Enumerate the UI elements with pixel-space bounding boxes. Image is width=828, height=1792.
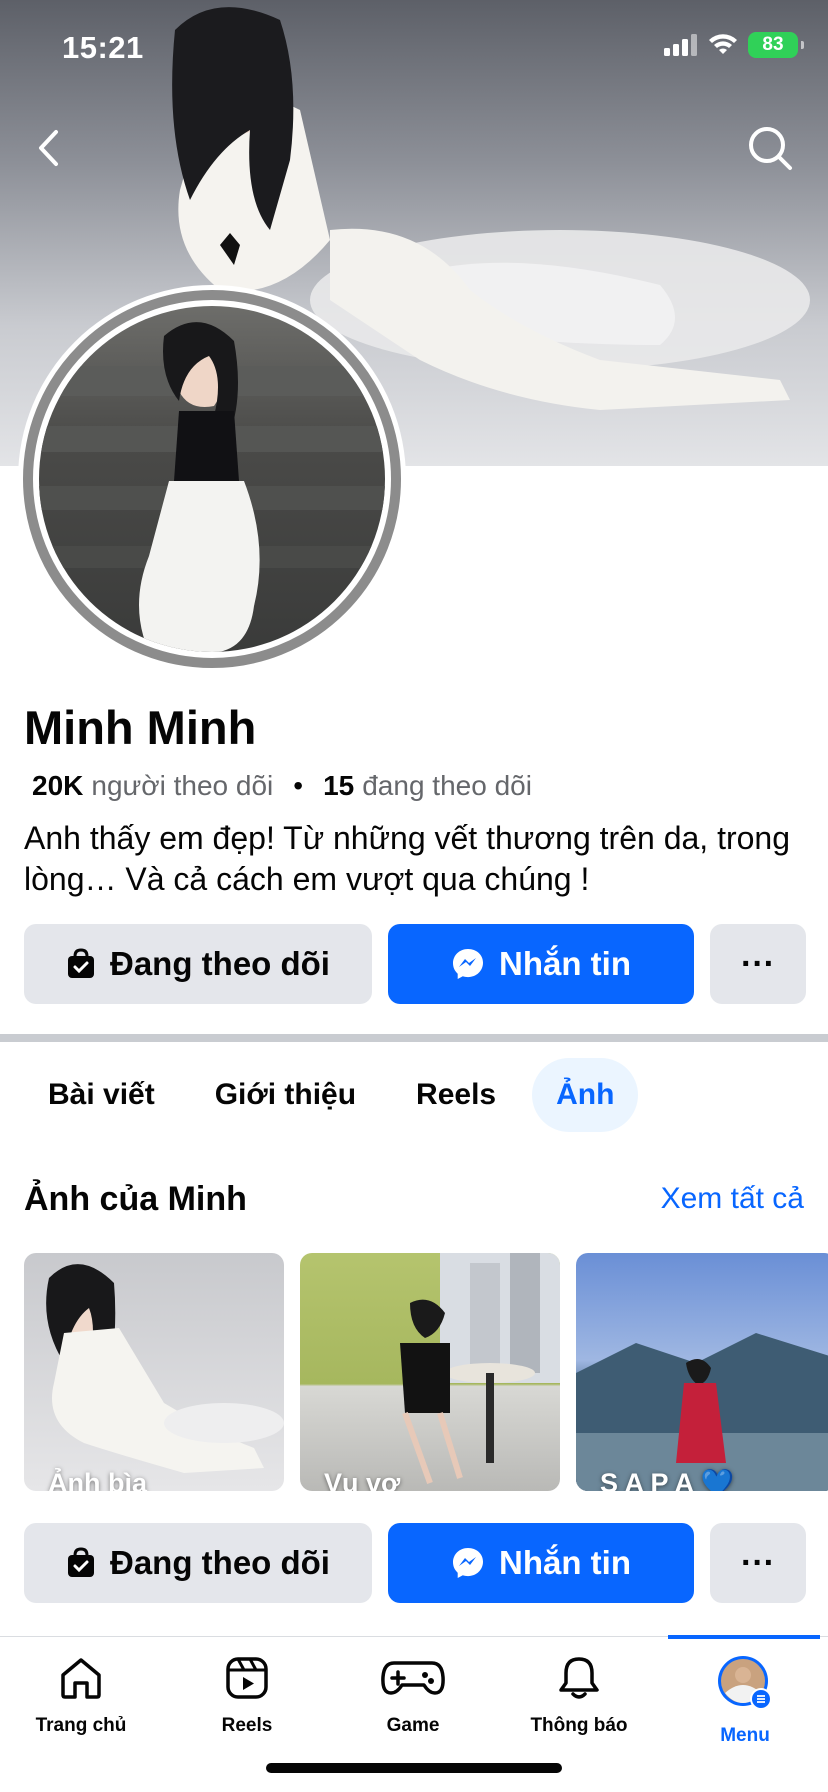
album-thumbnail	[576, 1333, 828, 1491]
following-badge-icon	[68, 1547, 94, 1577]
battery-indicator: 83	[748, 32, 804, 58]
profile-actions-top: Đang theo dõi Nhắn tin ···	[24, 924, 806, 1004]
following-badge-icon	[68, 948, 94, 978]
avatar-story-ring	[23, 290, 401, 668]
more-dots-icon: ···	[741, 944, 775, 983]
signal-icon	[664, 34, 697, 56]
nav-home-label: Trang chủ	[35, 1715, 127, 1736]
see-all-link[interactable]: Xem tất cả	[661, 1182, 804, 1216]
album-thumbnail	[400, 1253, 560, 1485]
following-label[interactable]: đang theo dõi	[362, 770, 532, 802]
following-button-label: Đang theo dõi	[110, 1544, 330, 1581]
avatar-image	[39, 306, 385, 652]
nav-notifications[interactable]: Thông báo	[519, 1655, 639, 1737]
following-button[interactable]: Đang theo dõi	[24, 924, 372, 1004]
nav-game[interactable]: Game	[353, 1655, 473, 1737]
messenger-icon	[453, 1548, 483, 1578]
home-indicator	[266, 1763, 562, 1773]
tab-about[interactable]: Giới thiệu	[191, 1058, 380, 1132]
album-card[interactable]: Vụ vợ	[300, 1253, 560, 1491]
reels-icon	[226, 1657, 268, 1699]
nav-menu-label: Menu	[720, 1725, 770, 1746]
wifi-icon	[709, 34, 737, 54]
message-button[interactable]: Nhắn tin	[388, 924, 694, 1004]
nav-reels-label: Reels	[221, 1715, 273, 1736]
avatar-menu-icon	[718, 1656, 772, 1710]
nav-menu[interactable]: Menu	[685, 1655, 805, 1747]
followers-label[interactable]: người theo dõi	[91, 770, 273, 802]
album-card[interactable]: Ảnh bìa	[24, 1253, 284, 1491]
more-button[interactable]: ···	[710, 1523, 806, 1603]
separator-dot: •	[293, 770, 304, 801]
following-button[interactable]: Đang theo dõi	[24, 1523, 372, 1603]
status-icons: 83	[664, 32, 804, 58]
more-dots-icon: ···	[741, 1543, 775, 1582]
message-button-label: Nhắn tin	[499, 1544, 631, 1581]
profile-actions-sticky: Đang theo dõi Nhắn tin ···	[24, 1523, 806, 1603]
game-icon	[381, 1661, 445, 1695]
messenger-icon	[453, 949, 483, 979]
tab-reels[interactable]: Reels	[392, 1058, 520, 1132]
tab-posts[interactable]: Bài viết	[24, 1058, 179, 1132]
search-icon	[749, 127, 792, 170]
album-caption: S A P A 💙	[600, 1468, 735, 1491]
tab-photos[interactable]: Ảnh	[532, 1058, 639, 1132]
status-time: 15:21	[62, 30, 144, 65]
nav-notifications-label: Thông báo	[530, 1715, 628, 1736]
following-button-label: Đang theo dõi	[110, 945, 330, 982]
album-thumbnail	[46, 1264, 284, 1473]
more-button[interactable]: ···	[710, 924, 806, 1004]
photos-section-title: Ảnh của Minh	[24, 1180, 247, 1218]
search-button[interactable]	[742, 120, 798, 176]
profile-bio: Anh thấy em đẹp! Từ những vết thương trê…	[24, 820, 790, 897]
section-divider	[0, 1034, 828, 1042]
followers-count[interactable]: 20K	[32, 770, 83, 802]
bell-icon	[559, 1657, 599, 1699]
album-card[interactable]: S A P A 💙	[576, 1253, 828, 1491]
chevron-left-icon	[39, 130, 58, 166]
photo-albums: Ảnh bìa Vụ vợ S A P A 💙	[24, 1253, 828, 1491]
follow-stats: 20K người theo dõi • 15 đang theo dõi	[32, 770, 532, 802]
profile-tabs: Bài viết Giới thiệu Reels Ảnh	[24, 1058, 639, 1132]
following-count[interactable]: 15	[323, 770, 354, 802]
album-caption: Vụ vợ	[324, 1468, 401, 1491]
message-button-label: Nhắn tin	[499, 945, 631, 982]
profile-name: Minh Minh	[24, 701, 257, 754]
nav-home[interactable]: Trang chủ	[21, 1655, 141, 1737]
nav-game-label: Game	[386, 1715, 440, 1736]
back-button[interactable]	[26, 120, 70, 176]
album-caption: Ảnh bìa	[48, 1468, 147, 1491]
active-tab-indicator	[668, 1635, 820, 1639]
home-icon	[61, 1658, 101, 1699]
nav-reels[interactable]: Reels	[187, 1655, 307, 1737]
profile-avatar[interactable]	[18, 285, 406, 673]
message-button[interactable]: Nhắn tin	[388, 1523, 694, 1603]
